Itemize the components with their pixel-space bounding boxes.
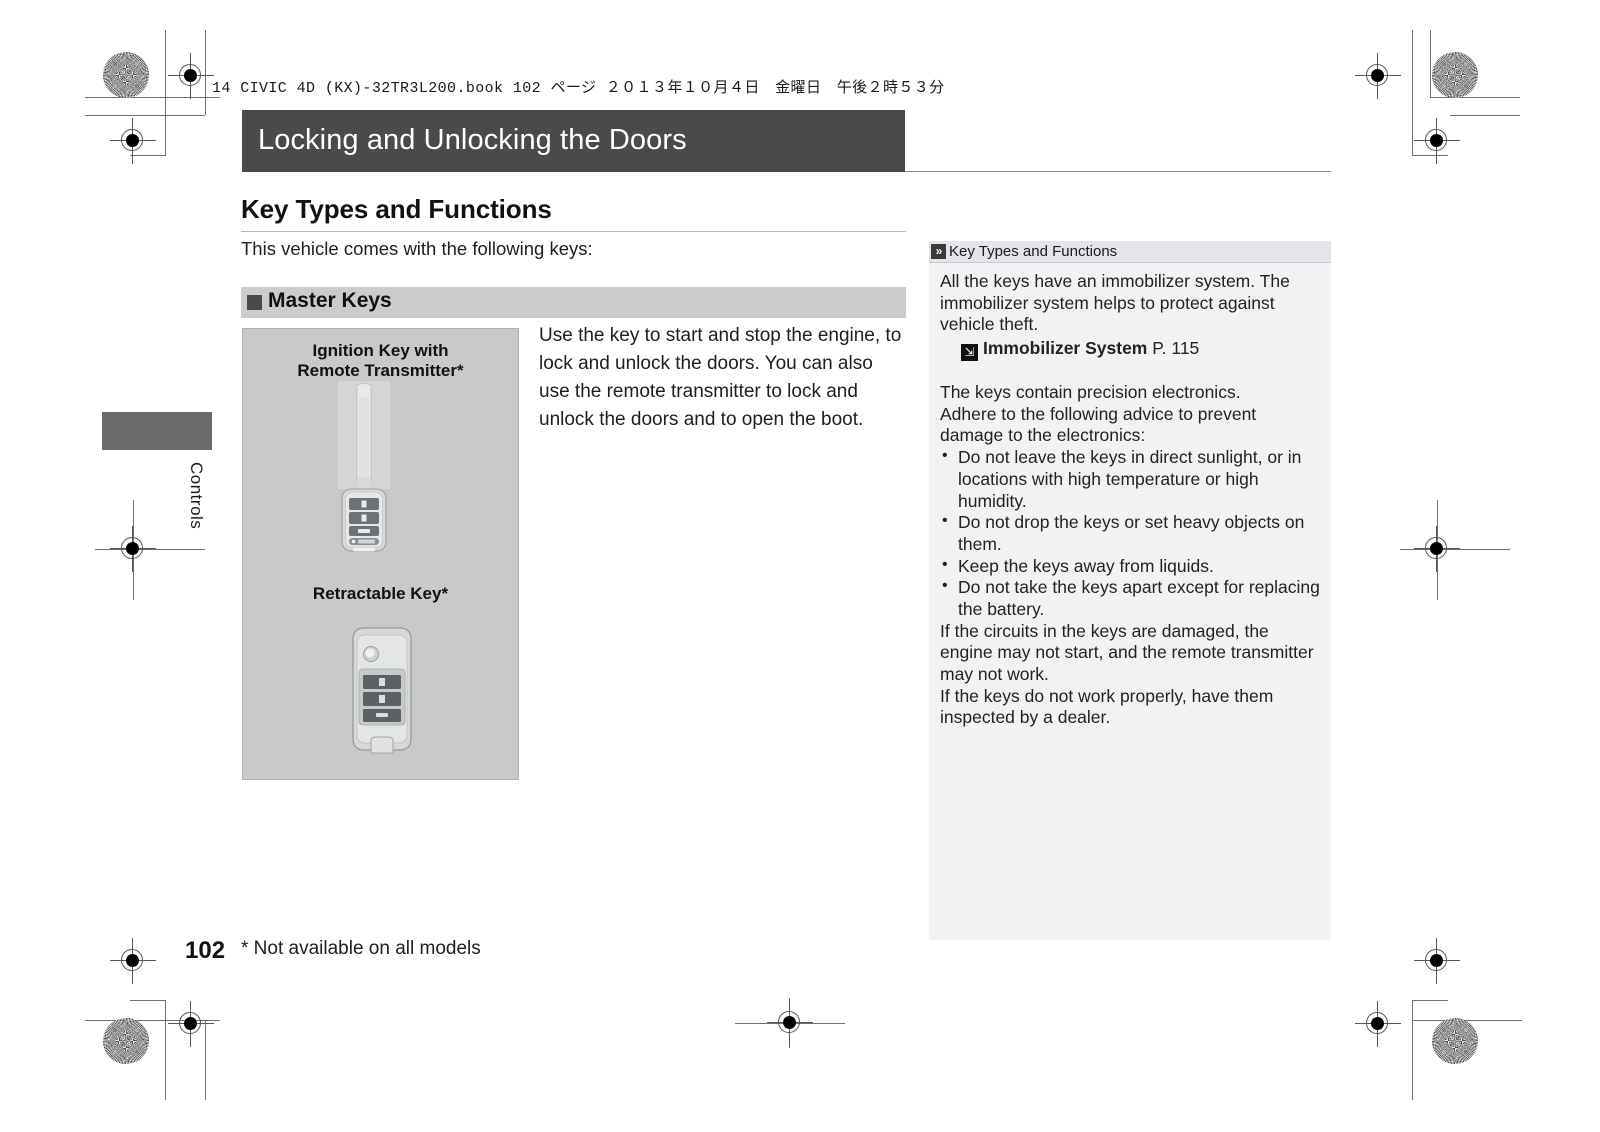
sidebar-paragraph-4: If the keys do not work properly, have t… xyxy=(940,685,1274,728)
sidebar-paragraph-2-line1: The keys contain precision electronics. xyxy=(940,382,1241,403)
figure-caption-retractable-key-text: Retractable Key xyxy=(312,584,442,603)
chapter-header-bar: Locking and Unlocking the Doors xyxy=(242,110,905,172)
figure-caption-retractable-key: Retractable Key* xyxy=(243,584,518,604)
list-item: Do not leave the keys in direct sunlight… xyxy=(940,446,1322,512)
crop-line-top-left-h2 xyxy=(85,115,205,116)
subsection-title: Master Keys xyxy=(268,289,392,312)
crop-line-bottom-left-v2 xyxy=(165,1000,166,1100)
section-title: Key Types and Functions xyxy=(241,194,552,224)
registration-mark-top-left-b xyxy=(110,118,156,164)
list-item: Do not take the keys apart except for re… xyxy=(940,576,1322,620)
registration-mark-right-center xyxy=(1414,526,1460,572)
registration-mark-bottom-left-a xyxy=(110,938,156,984)
sidebar-header: » Key Types and Functions xyxy=(929,241,1331,263)
figure-caption-retractable-key-asterisk: * xyxy=(441,584,449,603)
crop-line-bottom-right-h2 xyxy=(1412,1000,1448,1001)
crop-line-top-right-h2 xyxy=(1450,115,1520,116)
arrow-reference-icon: ⇲ xyxy=(961,344,978,362)
chapter-title: Locking and Unlocking the Doors xyxy=(258,123,687,156)
sidebar-bullet-list: Do not leave the keys in direct sunlight… xyxy=(940,446,1322,621)
sidebar-header-label: Key Types and Functions xyxy=(949,243,1118,260)
ignition-key-with-remote-transmitter-image xyxy=(338,381,390,552)
list-item: Keep the keys away from liquids. xyxy=(940,555,1322,578)
sidebar-paragraph-3: If the circuits in the keys are damaged,… xyxy=(940,620,1314,684)
cross-reference-title: Immobilizer System xyxy=(983,338,1148,359)
registration-mark-left-center xyxy=(110,526,156,572)
figure-caption-ignition-key: Ignition Key with Remote Transmitter* xyxy=(243,341,518,381)
figure-caption-ignition-key-line2: Remote Transmitter xyxy=(297,361,458,381)
section-title-rule xyxy=(241,231,906,232)
retractable-key-image xyxy=(339,623,425,762)
list-item: Do not drop the keys or set heavy object… xyxy=(940,511,1322,555)
registration-mark-bottom-left-b xyxy=(168,1001,214,1047)
color-calibration-star-bottom-right xyxy=(1432,1018,1478,1064)
registration-mark-top-left-a xyxy=(168,53,214,99)
sidebar-paragraph-1: All the keys have an immobilizer system.… xyxy=(940,271,1290,335)
color-calibration-star-bottom-left xyxy=(103,1018,149,1064)
figure-panel: Ignition Key with Remote Transmitter* Re… xyxy=(242,328,519,780)
color-calibration-star-top-left xyxy=(103,52,149,98)
figure-caption-ignition-key-asterisk: * xyxy=(457,361,464,381)
crop-line-top-left-v2 xyxy=(165,30,166,155)
figure-caption-ignition-key-line1: Ignition Key with xyxy=(312,341,449,360)
color-calibration-star-top-right xyxy=(1432,52,1478,98)
crop-line-top-right-h1 xyxy=(1430,97,1520,98)
registration-mark-bottom-right-b xyxy=(1355,1001,1401,1047)
subsection-bullet-square-icon xyxy=(247,295,262,310)
registration-mark-top-right-a xyxy=(1355,53,1401,99)
reference-sidebar: » Key Types and Functions All the keys h… xyxy=(929,241,1331,940)
double-chevron-right-icon: » xyxy=(931,244,946,259)
crop-line-bottom-left-h2 xyxy=(130,1000,166,1001)
page-number: 102 xyxy=(185,937,226,964)
chapter-header-rule xyxy=(905,171,1331,172)
sidebar-paragraph-2-line2: Adhere to the following advice to preven… xyxy=(940,403,1257,446)
cross-reference-immobilizer-system[interactable]: ⇲ Immobilizer System P. 115 xyxy=(961,338,1322,362)
cross-reference-page: P. 115 xyxy=(1152,338,1200,359)
footnote-text: * Not available on all models xyxy=(241,938,481,959)
chapter-thumb-tab xyxy=(102,412,212,450)
chapter-thumb-tab-label: Controls xyxy=(187,462,206,530)
section-intro-text: This vehicle comes with the following ke… xyxy=(241,238,593,259)
registration-mark-top-right-b xyxy=(1414,118,1460,164)
crop-line-top-right-v1 xyxy=(1430,30,1431,98)
sidebar-content: All the keys have an immobilizer system.… xyxy=(940,271,1322,729)
crop-line-bottom-right-v1 xyxy=(1412,1000,1413,1100)
crop-line-top-right-v2 xyxy=(1412,30,1413,155)
registration-mark-bottom-right-a xyxy=(1414,938,1460,984)
main-body-paragraph: Use the key to start and stop the engine… xyxy=(539,325,902,430)
print-filestamp: 14 CIVIC 4D (KX)-32TR3L200.book 102 ページ … xyxy=(212,80,945,97)
registration-mark-bottom-center xyxy=(767,1000,813,1046)
